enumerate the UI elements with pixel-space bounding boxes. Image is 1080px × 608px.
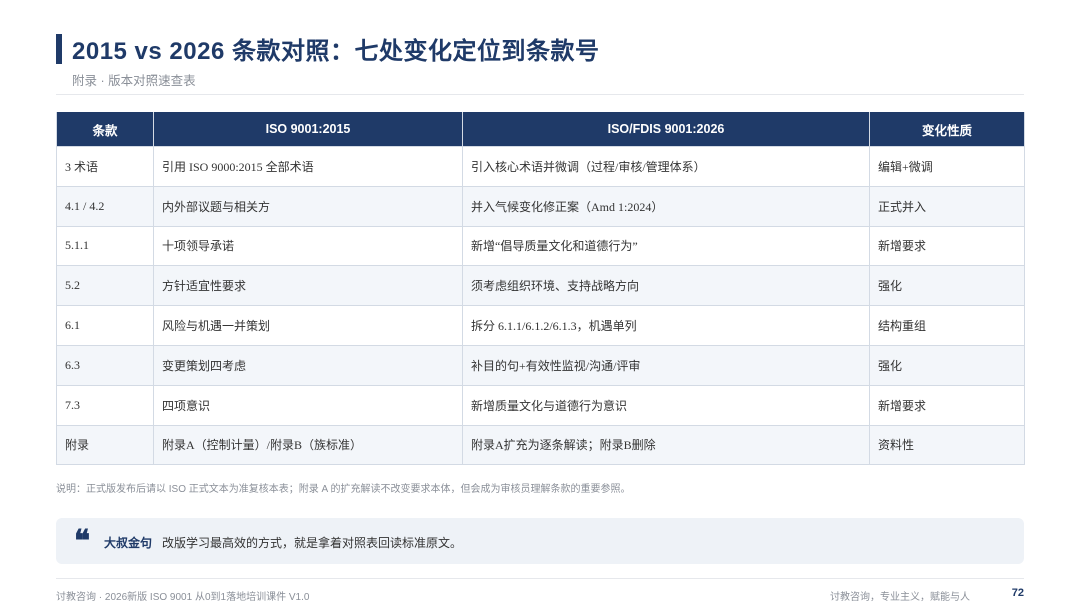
quote-text: 改版学习最高效的方式，就是拿着对照表回读标准原文。	[162, 536, 463, 550]
table-row: 7.3 四项意识 新增质量文化与道德行为意识 新增要求	[56, 384, 1025, 426]
table-cell: 结构重组	[869, 305, 1025, 346]
table-cell: 拆分 6.1.1/6.1.2/6.1.3，机遇单列	[462, 305, 870, 346]
footer-slogan: 讨教咨询，专业主义，赋能与人	[830, 592, 970, 603]
table-cell: 补目的句+有效性监视/沟通/评审	[462, 344, 870, 386]
quote-label: 大叔金句	[104, 536, 153, 550]
table-cell: 内外部议题与相关方	[153, 185, 463, 227]
table-cell: 6.1	[56, 305, 154, 346]
footer-course-title: 讨教咨询 · 2026新版 ISO 9001 从0到1落地培训课件 V1.0	[56, 592, 310, 603]
table-cell: 并入气候变化修正案（Amd 1:2024）	[462, 185, 870, 227]
table-cell: 新增质量文化与道德行为意识	[462, 384, 870, 426]
table-row: 6.3 变更策划四考虑 补目的句+有效性监视/沟通/评审 强化	[56, 344, 1025, 386]
table-cell: 6.3	[56, 344, 154, 386]
table-cell: 十项领导承诺	[153, 225, 463, 267]
table-cell: 附录A扩充为逐条解读；附录B删除	[462, 424, 870, 466]
table-cell: 资料性	[869, 424, 1025, 466]
table-cell: 5.1.1	[56, 225, 154, 267]
table-cell: 方针适宜性要求	[153, 265, 463, 307]
column-header-change-type: 变化性质	[869, 112, 1025, 147]
table-cell: 附录	[56, 424, 154, 466]
table-cell: 新增要求	[869, 384, 1025, 426]
table-cell: 3 术语	[56, 146, 154, 187]
table-cell: 编辑+微调	[869, 146, 1025, 187]
table-note: 说明：正式版发布后请以 ISO 正式文本为准复核本表；附录 A 的扩充解读不改变…	[56, 484, 631, 495]
footer-divider	[56, 578, 1024, 579]
table-header-row: 条款 ISO 9001:2015 ISO/FDIS 9001:2026 变化性质	[56, 112, 1025, 147]
table-cell: 风险与机遇一并策划	[153, 305, 463, 346]
table-cell: 须考虑组织环境、支持战略方向	[462, 265, 870, 307]
table-row: 4.1 / 4.2 内外部议题与相关方 并入气候变化修正案（Amd 1:2024…	[56, 185, 1025, 227]
page-title: 2015 vs 2026 条款对照：七处变化定位到条款号	[72, 38, 600, 65]
table-cell: 附录A（控制计量）/附录B（族标准）	[153, 424, 463, 466]
table-row: 附录 附录A（控制计量）/附录B（族标准） 附录A扩充为逐条解读；附录B删除 资…	[56, 424, 1025, 466]
table-cell: 新增要求	[869, 225, 1025, 267]
comparison-table: 条款 ISO 9001:2015 ISO/FDIS 9001:2026 变化性质…	[56, 112, 1025, 466]
table-cell: 7.3	[56, 384, 154, 426]
quote-callout: ❝ 大叔金句 改版学习最高效的方式，就是拿着对照表回读标准原文。	[56, 518, 1024, 564]
table-cell: 强化	[869, 265, 1025, 307]
table-cell: 强化	[869, 344, 1025, 386]
table-cell: 正式并入	[869, 185, 1025, 227]
table-cell: 引入核心术语并微调（过程/审核/管理体系）	[462, 146, 870, 187]
table-row: 6.1 风险与机遇一并策划 拆分 6.1.1/6.1.2/6.1.3，机遇单列 …	[56, 305, 1025, 346]
table-cell: 引用 ISO 9000:2015 全部术语	[153, 146, 463, 187]
quote-icon: ❝	[74, 524, 91, 559]
header-divider	[56, 94, 1024, 95]
table-cell: 变更策划四考虑	[153, 344, 463, 386]
table-cell: 5.2	[56, 265, 154, 307]
table-row: 3 术语 引用 ISO 9000:2015 全部术语 引入核心术语并微调（过程/…	[56, 146, 1025, 187]
column-header-clause: 条款	[56, 112, 154, 147]
column-header-2026: ISO/FDIS 9001:2026	[462, 112, 870, 147]
column-header-2015: ISO 9001:2015	[153, 112, 463, 147]
table-cell: 四项意识	[153, 384, 463, 426]
page-number: 72	[1011, 587, 1024, 599]
table-cell: 4.1 / 4.2	[56, 185, 154, 227]
title-accent-bar	[56, 34, 62, 64]
page-subtitle: 附录 · 版本对照速查表	[72, 74, 196, 88]
table-row: 5.1.1 十项领导承诺 新增“倡导质量文化和道德行为” 新增要求	[56, 225, 1025, 267]
table-row: 5.2 方针适宜性要求 须考虑组织环境、支持战略方向 强化	[56, 265, 1025, 307]
table-cell: 新增“倡导质量文化和道德行为”	[462, 225, 870, 267]
